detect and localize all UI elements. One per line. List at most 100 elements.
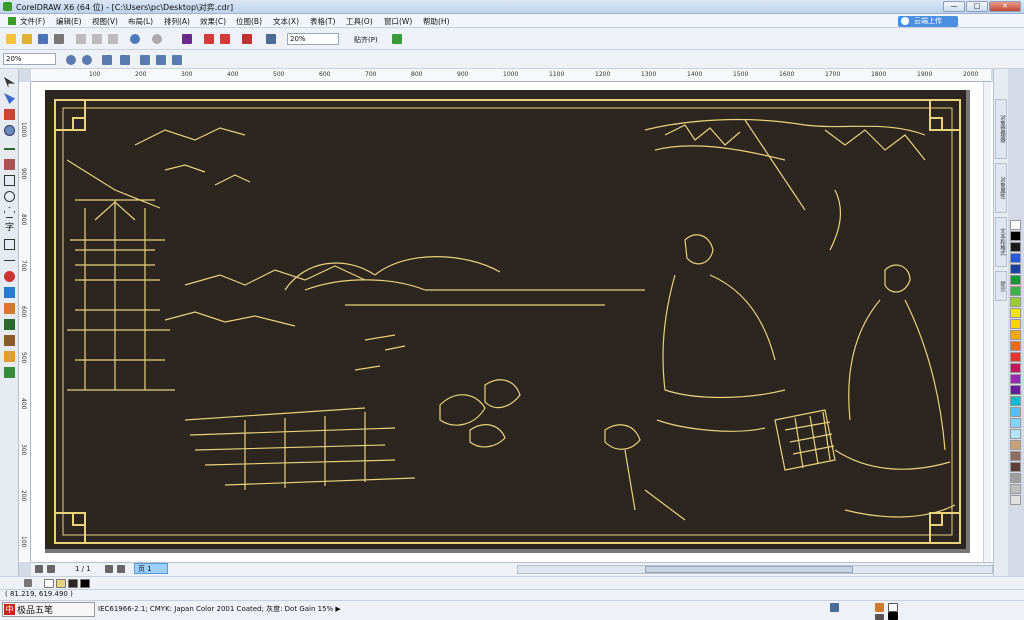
menu-view[interactable]: 视图(V) xyxy=(92,16,118,27)
zoom-page-icon[interactable] xyxy=(140,55,150,65)
outline-color-swatch[interactable] xyxy=(888,612,898,620)
docker-tab-hints[interactable]: 提示 xyxy=(995,271,1007,301)
color-profile-info[interactable]: IEC61966-2.1; CMYK: Japan Color 2001 Coa… xyxy=(98,604,341,614)
save-icon[interactable] xyxy=(38,34,48,44)
dark-brown-swatch[interactable] xyxy=(68,579,78,588)
undo-icon[interactable] xyxy=(130,34,140,44)
docker-tab-text-format[interactable]: 文本和格式 xyxy=(995,217,1007,267)
palette-swatch[interactable] xyxy=(1010,286,1021,296)
shape-tool-icon[interactable] xyxy=(4,93,15,104)
palette-swatch[interactable] xyxy=(1010,319,1021,329)
palette-swatch[interactable] xyxy=(1010,352,1021,362)
palette-swatch[interactable] xyxy=(1010,385,1021,395)
menu-file[interactable]: 文件(F) xyxy=(20,16,45,27)
outline-pen-icon[interactable] xyxy=(4,335,15,346)
blend-tool-icon[interactable] xyxy=(4,287,15,298)
zoom-out-icon[interactable] xyxy=(82,55,92,65)
maximize-button[interactable]: □ xyxy=(966,1,988,12)
smart-fill-icon[interactable] xyxy=(4,159,15,170)
palette-swatch[interactable] xyxy=(1010,363,1021,373)
options-icon[interactable] xyxy=(392,34,402,44)
palette-swatch[interactable] xyxy=(1010,264,1021,274)
vertical-ruler[interactable]: 1000 900 800 700 600 500 400 300 200 100 xyxy=(19,82,31,562)
horizontal-ruler[interactable]: 100 200 300 400 500 600 700 800 900 1000 1100 1200 1… xyxy=(31,69,991,82)
palette-swatch[interactable] xyxy=(1010,220,1021,230)
black-swatch[interactable] xyxy=(80,579,90,588)
palette-swatch[interactable] xyxy=(1010,396,1021,406)
fill-tool-icon[interactable] xyxy=(4,351,15,362)
next-page-icon[interactable] xyxy=(105,565,113,573)
gold-swatch[interactable] xyxy=(56,579,66,588)
zoom-tool-icon[interactable] xyxy=(4,125,15,136)
artwork-page[interactable] xyxy=(45,90,970,553)
palette-swatch[interactable] xyxy=(1010,418,1021,428)
polygon-tool-icon[interactable] xyxy=(4,207,15,218)
ime-name[interactable]: 极品五笔 xyxy=(17,603,53,616)
copy-icon[interactable] xyxy=(92,34,102,44)
palette-swatch[interactable] xyxy=(1010,374,1021,384)
fill-indicator-icon[interactable] xyxy=(830,603,839,612)
redo-icon[interactable] xyxy=(152,34,162,44)
eyedropper-icon[interactable] xyxy=(24,579,32,587)
zoom-selected-icon[interactable] xyxy=(102,55,112,65)
outline-pen-status-icon[interactable] xyxy=(875,614,884,620)
palette-swatch[interactable] xyxy=(1010,330,1021,340)
palette-swatch[interactable] xyxy=(1010,275,1021,285)
menu-effects[interactable]: 效果(C) xyxy=(200,16,226,27)
palette-swatch[interactable] xyxy=(1010,451,1021,461)
palette-swatch[interactable] xyxy=(1010,473,1021,483)
vertical-scrollbar[interactable] xyxy=(983,82,991,562)
palette-swatch[interactable] xyxy=(1010,253,1021,263)
cut-icon[interactable] xyxy=(76,34,86,44)
freehand-tool-icon[interactable] xyxy=(4,148,15,150)
new-icon[interactable] xyxy=(6,34,16,44)
welcome-screen-icon[interactable] xyxy=(266,34,276,44)
fill-bucket-icon[interactable] xyxy=(875,603,884,612)
menu-help[interactable]: 帮助(H) xyxy=(423,16,450,27)
page-tab[interactable]: 页 1 xyxy=(134,563,168,574)
docker-tab-object-manager[interactable]: 对象管理器 xyxy=(995,99,1007,159)
palette-swatch[interactable] xyxy=(1010,231,1021,241)
palette-swatch[interactable] xyxy=(1010,440,1021,450)
menu-window[interactable]: 窗口(W) xyxy=(384,16,412,27)
palette-swatch[interactable] xyxy=(1010,484,1021,494)
first-page-icon[interactable] xyxy=(35,565,43,573)
rectangle-tool-icon[interactable] xyxy=(4,175,15,186)
snap-to-menu[interactable]: 贴齐(P) xyxy=(354,35,378,45)
palette-swatch[interactable] xyxy=(1010,429,1021,439)
zoom-width-icon[interactable] xyxy=(156,55,166,65)
search-content-icon[interactable] xyxy=(182,34,192,44)
minimize-button[interactable]: — xyxy=(943,1,965,12)
zoom-level-select[interactable]: 20% xyxy=(287,33,339,45)
print-icon[interactable] xyxy=(54,34,64,44)
open-icon[interactable] xyxy=(22,34,32,44)
eyedropper-tool-icon[interactable] xyxy=(4,319,15,330)
dimension-tool-icon[interactable] xyxy=(4,260,15,261)
horizontal-scroll-thumb[interactable] xyxy=(645,566,853,573)
prev-page-icon[interactable] xyxy=(47,565,55,573)
zoom-in-icon[interactable] xyxy=(66,55,76,65)
palette-swatch[interactable] xyxy=(1010,297,1021,307)
menu-table[interactable]: 表格(T) xyxy=(310,16,335,27)
import-icon[interactable] xyxy=(204,34,214,44)
paste-icon[interactable] xyxy=(108,34,118,44)
no-fill-swatch[interactable] xyxy=(44,579,54,588)
pick-tool-icon[interactable] xyxy=(4,77,15,88)
palette-swatch[interactable] xyxy=(1010,308,1021,318)
close-button[interactable]: ✕ xyxy=(989,1,1021,12)
palette-swatch[interactable] xyxy=(1010,242,1021,252)
palette-swatch[interactable] xyxy=(1010,462,1021,472)
palette-swatch[interactable] xyxy=(1010,341,1021,351)
menu-layout[interactable]: 布局(L) xyxy=(128,16,153,27)
interactive-fill-icon[interactable] xyxy=(4,367,15,378)
crop-tool-icon[interactable] xyxy=(4,109,15,120)
connector-tool-icon[interactable] xyxy=(4,271,15,282)
palette-swatch[interactable] xyxy=(1010,407,1021,417)
last-page-icon[interactable] xyxy=(117,565,125,573)
menu-tools[interactable]: 工具(O) xyxy=(346,16,373,27)
document-icon[interactable] xyxy=(8,17,16,25)
menu-text[interactable]: 文本(X) xyxy=(273,16,299,27)
table-tool-icon[interactable] xyxy=(4,239,15,250)
menu-edit[interactable]: 编辑(E) xyxy=(56,16,82,27)
palette-swatch[interactable] xyxy=(1010,495,1021,505)
